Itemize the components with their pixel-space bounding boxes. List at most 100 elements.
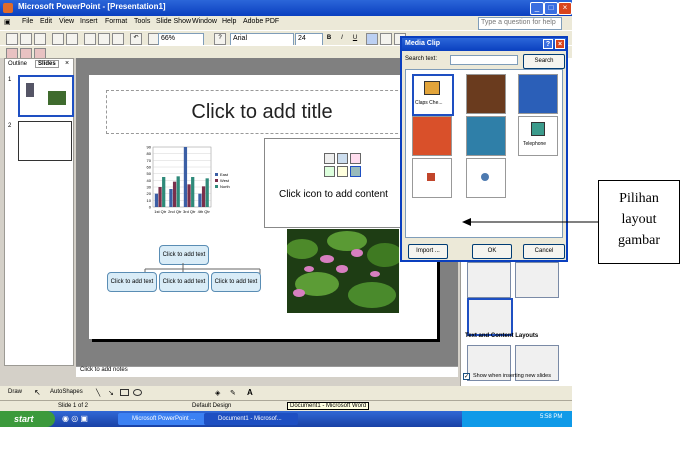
chart-bar [205, 178, 209, 207]
menu-slide-show[interactable]: Slide Show [156, 18, 191, 25]
draw-menu[interactable]: Draw [8, 389, 22, 395]
clip-thumbnail [427, 173, 435, 181]
align-center-icon[interactable] [380, 33, 392, 45]
clip-item[interactable] [466, 116, 506, 156]
chart-y-tick-label: 30 [147, 185, 152, 190]
org-chart-child-box[interactable]: Click to add text [107, 272, 157, 292]
sample-column-chart[interactable]: 9080 70 6050 40 3020 10 01st Qtr 2nd Qtr 3rd Qtr… [139, 143, 239, 225]
rectangle-tool-icon[interactable] [120, 389, 129, 396]
start-button[interactable]: start [0, 411, 55, 427]
search-button[interactable]: Search [523, 54, 565, 69]
show-layouts-checkbox[interactable]: ✓ [463, 373, 470, 380]
dialog-close-icon[interactable]: × [555, 39, 565, 49]
close-button[interactable]: × [558, 2, 572, 15]
menu-file[interactable]: File [22, 18, 33, 25]
tab-outline[interactable]: Outline [8, 61, 27, 67]
line-tool-icon[interactable]: ╲ [96, 389, 100, 397]
clip-item[interactable] [466, 158, 506, 198]
clip-item[interactable] [518, 74, 558, 114]
dialog-title-bar: Media Clip ? × [402, 38, 566, 51]
help-icon[interactable]: ? [214, 33, 226, 45]
taskbar-powerpoint[interactable]: Microsoft PowerPoint ... [118, 413, 212, 425]
org-chart-child-box[interactable]: Click to add text [159, 272, 209, 292]
insert-table-icon[interactable] [324, 153, 335, 164]
chart-y-tick-label: 80 [147, 151, 152, 156]
print-icon[interactable] [52, 33, 64, 45]
cancel-button[interactable]: Cancel [523, 244, 565, 259]
new-icon[interactable] [6, 33, 18, 45]
notes-area[interactable]: Click to add notes [76, 366, 458, 377]
arrow-tool-icon[interactable]: ↘ [108, 389, 114, 397]
chart-bar [154, 193, 159, 207]
maximize-button[interactable]: □ [544, 2, 558, 15]
layout-thumbnail[interactable] [467, 262, 511, 298]
paste-icon[interactable] [112, 33, 124, 45]
layout-thumbnail[interactable] [515, 262, 559, 298]
title-placeholder-text: Click to add title [191, 101, 333, 123]
insert-picture-icon[interactable] [324, 166, 335, 177]
insert-chart-icon[interactable] [337, 153, 348, 164]
chart-y-tick-label: 90 [147, 145, 152, 150]
layout-thumbnail-selected[interactable] [467, 298, 513, 336]
clip-item[interactable] [412, 116, 452, 156]
save-icon[interactable] [34, 33, 46, 45]
clip-label: Telephone [523, 141, 547, 147]
menu-view[interactable]: View [59, 18, 74, 25]
menu-tools[interactable]: Tools [134, 18, 150, 25]
show-layouts-label: Show when inserting new slides [473, 373, 551, 379]
menu-window[interactable]: Window [192, 18, 217, 25]
org-chart-child-box[interactable]: Click to add text [211, 272, 261, 292]
clip-item[interactable]: Telephone [518, 116, 558, 156]
clip-item[interactable] [412, 158, 452, 198]
help-icon[interactable]: ? [543, 39, 553, 49]
title-placeholder[interactable]: Click to add title [106, 90, 418, 134]
chart-legend-label: East [220, 172, 229, 177]
autoshapes-menu[interactable]: AutoShapes [50, 389, 83, 395]
underline-button[interactable]: U [349, 33, 361, 45]
search-input[interactable] [450, 55, 518, 65]
cut-icon[interactable] [84, 33, 96, 45]
menu-insert[interactable]: Insert [80, 18, 98, 25]
import-button[interactable]: Import ... [408, 244, 448, 259]
fill-color-icon[interactable]: ◈ [215, 389, 220, 397]
water-lily-picture[interactable] [287, 229, 399, 313]
oval-tool-icon[interactable] [133, 389, 142, 396]
insert-diagram-icon[interactable] [337, 166, 348, 177]
taskbar-word[interactable]: Document1 - Microsof... [204, 413, 298, 425]
clip-label: Claps Che... [415, 100, 443, 106]
insert-clip-art-icon[interactable] [350, 153, 361, 164]
font-color-icon[interactable]: A [247, 388, 253, 397]
open-icon[interactable] [20, 33, 32, 45]
menu-adobe-pdf[interactable]: Adobe PDF [243, 18, 279, 25]
chart-y-tick-label: 50 [147, 171, 152, 176]
ok-button[interactable]: OK [472, 244, 512, 259]
menu-edit[interactable]: Edit [40, 18, 52, 25]
chart-legend-swatch [215, 185, 218, 188]
quick-launch-icons[interactable]: ◉ ◎ ▣ [62, 414, 88, 423]
italic-button[interactable]: I [336, 33, 348, 45]
clock: 5:58 PM [540, 414, 563, 420]
help-search-input[interactable]: Type a question for help [478, 17, 562, 30]
close-pane-icon[interactable]: × [65, 60, 69, 67]
bold-button[interactable]: B [323, 33, 335, 45]
slide-thumbnail-2[interactable] [18, 121, 72, 161]
drawing-toolbar: Draw ↖ AutoShapes ╲ ↘ ◈ ✎ A [0, 386, 572, 400]
insert-media-clip-icon[interactable] [350, 166, 361, 177]
copy-icon[interactable] [98, 33, 110, 45]
clip-thumbnail [481, 173, 489, 181]
slide-thumbnail-1[interactable] [18, 75, 74, 117]
align-left-icon[interactable] [366, 33, 378, 45]
menu-help[interactable]: Help [222, 18, 236, 25]
menu-format[interactable]: Format [105, 18, 127, 25]
line-color-icon[interactable]: ✎ [230, 389, 236, 397]
select-pointer-icon[interactable]: ↖ [34, 388, 41, 397]
content-placeholder[interactable]: Click icon to add content [264, 138, 416, 228]
preview-icon[interactable] [66, 33, 78, 45]
org-chart-top-box[interactable]: Click to add text [159, 245, 209, 265]
tab-slides[interactable]: Slides [35, 60, 59, 68]
clip-item[interactable]: Claps Che... [412, 74, 454, 116]
clip-item[interactable] [466, 74, 506, 114]
minimize-button[interactable]: _ [530, 2, 544, 15]
chart-legend-swatch [215, 179, 218, 182]
undo-icon[interactable]: ↶ [130, 33, 142, 45]
